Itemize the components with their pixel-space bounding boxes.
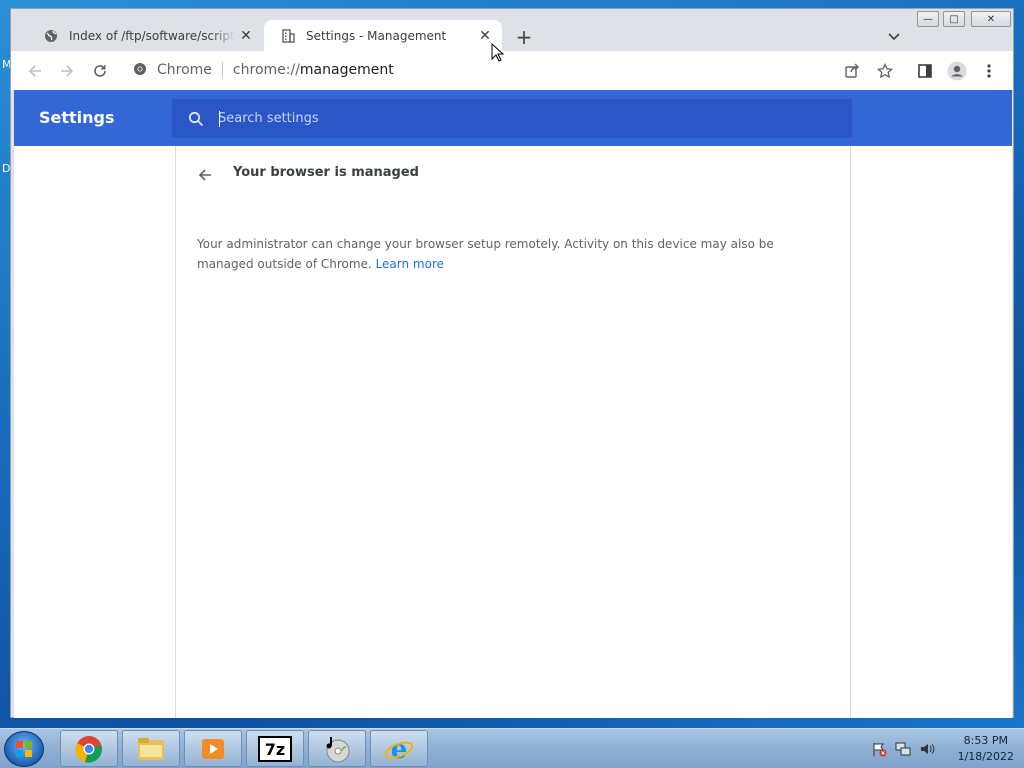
building-icon	[280, 28, 296, 44]
cd-burner-icon	[326, 736, 350, 762]
url-text: chrome://management	[232, 62, 394, 78]
taskbar-explorer[interactable]	[122, 730, 180, 767]
close-window-button[interactable]: ✕	[971, 11, 1011, 27]
side-panel-button[interactable]	[913, 59, 937, 83]
taskbar-media-player[interactable]	[184, 730, 242, 767]
management-description: Your administrator can change your brows…	[197, 234, 827, 274]
side-panel-icon	[918, 64, 932, 78]
system-tray: 8:53 PM 1/18/2022	[870, 729, 1014, 768]
back-button[interactable]	[23, 59, 47, 83]
arrow-left-icon	[28, 65, 41, 77]
windows-logo-icon	[16, 741, 32, 757]
tab-title: Settings - Management	[306, 28, 447, 43]
volume-icon[interactable]	[918, 740, 936, 758]
reload-button[interactable]	[88, 59, 112, 83]
7zip-icon: 7z	[258, 735, 292, 762]
mouse-cursor-icon	[491, 43, 505, 62]
taskbar-cd-burner[interactable]	[308, 730, 366, 767]
browser-toolbar: Chrome chrome://management	[11, 51, 1013, 90]
tab-settings-management[interactable]: Settings - Management ✕	[264, 20, 502, 51]
management-card: Your browser is managed Your administrat…	[175, 146, 851, 718]
taskbar-chrome[interactable]	[60, 730, 118, 767]
profile-button[interactable]	[945, 59, 969, 83]
media-player-icon	[202, 738, 224, 759]
action-center-flag-icon[interactable]	[870, 740, 888, 758]
avatar-icon	[947, 61, 967, 81]
kebab-menu-icon	[987, 64, 991, 78]
back-arrow-button[interactable]	[194, 164, 216, 186]
start-button[interactable]	[4, 731, 44, 767]
text-caret	[219, 111, 220, 127]
explorer-icon	[138, 737, 164, 760]
settings-header: Settings	[14, 90, 1012, 146]
chevron-down-icon	[888, 33, 900, 41]
chrome-logo-icon	[133, 62, 149, 78]
forward-button[interactable]	[55, 59, 79, 83]
search-icon	[186, 109, 206, 129]
share-button[interactable]	[840, 59, 864, 83]
taskbar-internet-explorer[interactable]: e	[370, 730, 428, 767]
page-title: Your browser is managed	[233, 165, 419, 180]
svg-text:7z: 7z	[265, 740, 285, 759]
star-icon	[877, 63, 893, 79]
arrow-right-icon	[61, 65, 74, 77]
settings-search-box[interactable]	[172, 99, 852, 138]
share-icon	[845, 63, 859, 78]
menu-button[interactable]	[977, 59, 1001, 83]
omnibox-divider	[221, 62, 223, 78]
search-input[interactable]	[218, 111, 818, 126]
tab-strip: Index of /ftp/software/scripts/de ✕ Sett…	[11, 9, 1013, 51]
address-bar[interactable]: Chrome chrome://management	[123, 55, 903, 85]
settings-title: Settings	[39, 108, 115, 127]
new-tab-button[interactable]: +	[511, 24, 537, 50]
bookmark-button[interactable]	[873, 59, 897, 83]
windows-taskbar: 7z e 8:53 PM 1/18/2022	[0, 728, 1024, 768]
origin-chip: Chrome	[157, 62, 212, 78]
internet-explorer-icon: e	[384, 735, 414, 764]
clock-date: 1/18/2022	[957, 750, 1014, 763]
close-tab-icon[interactable]: ✕	[235, 25, 257, 47]
taskbar-7zip[interactable]: 7z	[246, 730, 304, 767]
maximize-button[interactable]: □	[943, 11, 965, 27]
minimize-button[interactable]: —	[917, 11, 939, 27]
learn-more-link[interactable]: Learn more	[376, 257, 444, 271]
clock-time: 8:53 PM	[963, 734, 1008, 747]
chrome-window: Index of /ftp/software/scripts/de ✕ Sett…	[10, 8, 1014, 718]
chrome-icon	[75, 735, 102, 763]
network-icon[interactable]	[894, 740, 912, 758]
tab-index-ftp[interactable]: Index of /ftp/software/scripts/de ✕	[27, 20, 263, 51]
arrow-left-icon	[198, 169, 211, 181]
description-text: Your administrator can change your brows…	[197, 237, 774, 271]
system-clock[interactable]: 8:53 PM 1/18/2022	[958, 733, 1014, 765]
globe-icon	[43, 28, 59, 44]
settings-page: Settings Your browser is managed Your ad…	[14, 90, 1012, 718]
tab-search-button[interactable]	[883, 26, 905, 48]
tab-title: Index of /ftp/software/scripts/de	[69, 28, 235, 43]
reload-icon	[94, 65, 106, 77]
svg-text:e: e	[391, 735, 408, 764]
